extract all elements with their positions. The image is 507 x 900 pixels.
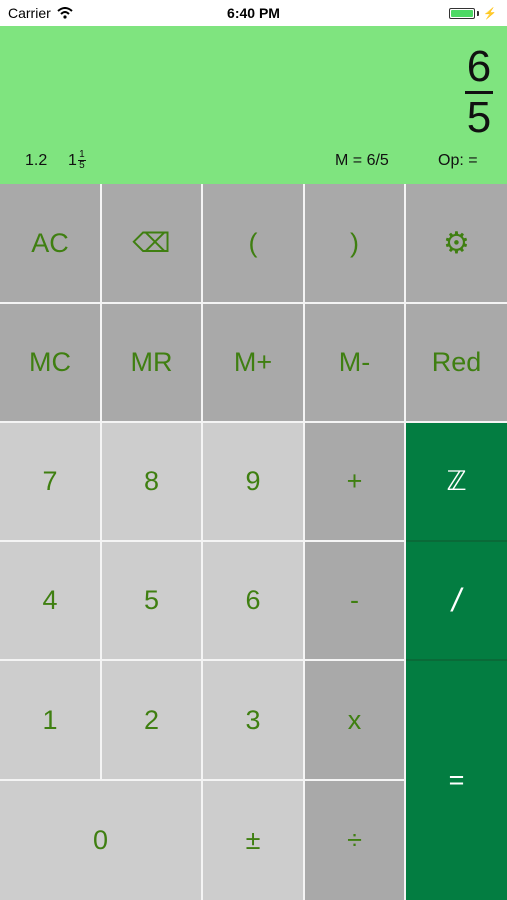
battery-icon: ⚡ <box>449 7 497 20</box>
charging-icon: ⚡ <box>483 8 497 20</box>
backspace-button[interactable]: ⌫ <box>102 184 203 304</box>
mixed-fraction: 1 5 <box>77 149 86 171</box>
digit-1-button[interactable]: 1 <box>0 661 102 781</box>
calculator-display: 6 5 1.2 1 1 5 M = 6/5 Op: = <box>0 26 507 184</box>
digit-2-button[interactable]: 2 <box>102 661 203 781</box>
divide-button[interactable]: ÷ <box>305 781 406 900</box>
reduce-button[interactable]: Red <box>406 304 507 423</box>
mixed-number: 1 1 5 <box>68 150 86 171</box>
digit-5-button[interactable]: 5 <box>102 542 203 661</box>
ac-button[interactable]: AC <box>0 184 102 304</box>
result-numerator: 6 <box>466 42 492 91</box>
status-bar: Carrier 6:40 PM ⚡ <box>0 0 507 26</box>
m-minus-button[interactable]: M- <box>305 304 406 423</box>
digit-4-button[interactable]: 4 <box>0 542 102 661</box>
result-denominator: 5 <box>466 93 492 142</box>
digit-6-button[interactable]: 6 <box>203 542 305 661</box>
digit-8-button[interactable]: 8 <box>102 423 203 542</box>
close-paren-button[interactable]: ) <box>305 184 406 304</box>
operation-indicator: Op: = <box>438 152 478 169</box>
memory-indicator: M = 6/5 <box>335 152 389 169</box>
mixed-numerator: 1 <box>79 149 85 160</box>
m-plus-button[interactable]: M+ <box>203 304 305 423</box>
status-time: 6:40 PM <box>227 5 280 21</box>
settings-button[interactable]: ⚙ <box>406 184 507 304</box>
keypad: AC ⌫ ( ) ⚙ MC MR M+ M- Red 7 8 9 + ℤ 4 5… <box>0 184 507 900</box>
decimal-value: 1.2 <box>25 152 48 169</box>
digit-7-button[interactable]: 7 <box>0 423 102 542</box>
plus-minus-button[interactable]: ± <box>203 781 305 900</box>
integer-button[interactable]: ℤ <box>406 423 507 542</box>
digit-0-button[interactable]: 0 <box>0 781 203 900</box>
plus-button[interactable]: + <box>305 423 406 542</box>
minus-button[interactable]: - <box>305 542 406 661</box>
mixed-whole: 1 <box>68 151 77 169</box>
mixed-denominator: 5 <box>79 160 85 171</box>
digit-9-button[interactable]: 9 <box>203 423 305 542</box>
mc-button[interactable]: MC <box>0 304 102 423</box>
fraction-button[interactable]: / <box>406 542 507 661</box>
digit-3-button[interactable]: 3 <box>203 661 305 781</box>
open-paren-button[interactable]: ( <box>203 184 305 304</box>
mr-button[interactable]: MR <box>102 304 203 423</box>
result-fraction: 6 5 <box>465 42 493 142</box>
gear-icon: ⚙ <box>443 226 470 260</box>
multiply-button[interactable]: x <box>305 661 406 781</box>
equals-button[interactable]: = <box>406 661 507 900</box>
